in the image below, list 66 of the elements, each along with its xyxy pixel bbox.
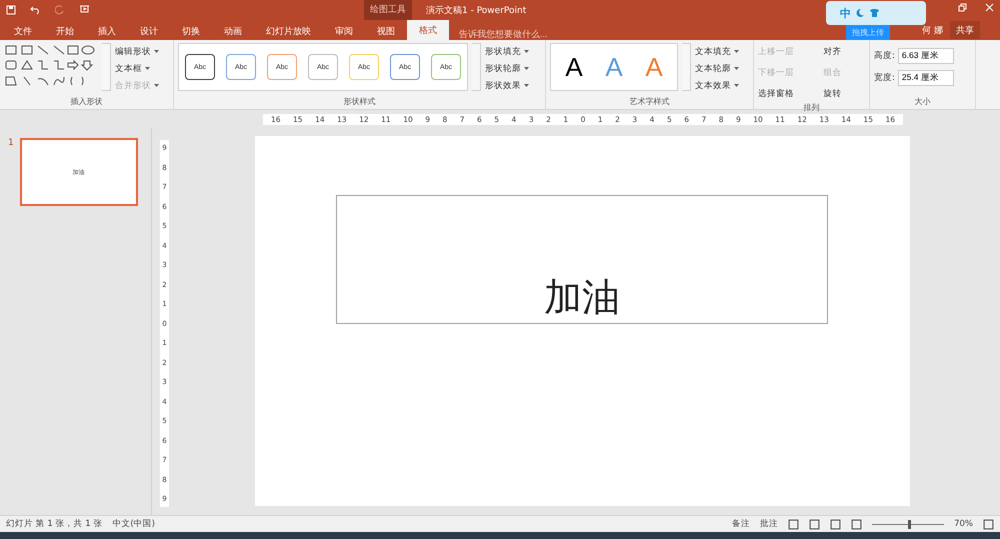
ribbon-tab[interactable]: 动画 [212,22,254,40]
caret-icon [154,50,159,53]
wordart-style[interactable]: A [557,52,591,82]
slide-count: 幻灯片 第 1 张，共 1 张 [6,518,102,530]
ribbon-tab[interactable]: 幻灯片放映 [254,22,323,40]
ribbon-command[interactable]: 编辑形状 [115,43,159,60]
size-field[interactable]: 6.63 厘米 [898,48,954,64]
ribbon-tab[interactable]: 视图 [365,22,407,40]
group-label: 形状样式 [342,96,376,108]
size-label: 宽度: 25.4 厘米 [874,69,954,86]
ribbon-tab[interactable]: 切换 [170,22,212,40]
ribbon-command[interactable]: 形状轮廓 [485,60,529,77]
language-label: 中文(中国) [112,518,155,530]
slide-number: 1 [8,138,14,150]
text-box[interactable]: 加油 [336,195,828,324]
ribbon-tab[interactable]: 文件 [2,22,44,40]
caret-icon [734,50,739,53]
moon-icon [855,8,865,18]
group-label: 艺术字样式 [628,96,670,108]
ribbon-tab[interactable]: 开始 [44,22,86,40]
restore-icon[interactable] [958,3,967,12]
normal-view-icon [788,518,800,530]
ribbon-tab[interactable]: 格式 [407,20,449,40]
ribbon-tab[interactable]: 审阅 [323,22,365,40]
ribbon-command[interactable]: 文本轮廓 [695,60,739,77]
share-button[interactable]: 共享 [950,21,980,39]
ribbon-command[interactable]: 旋转 [824,85,865,102]
ribbon-command[interactable]: 文本效果 [695,77,739,94]
slideshow-icon[interactable] [79,5,90,15]
context-tab-label: 绘图工具 [364,0,412,20]
shirt-icon [869,8,880,18]
group-label: 大小 [914,96,932,108]
close-icon[interactable] [985,3,994,12]
group-label: 插入形状 [70,96,104,108]
undo-icon[interactable] [30,5,41,15]
caret-icon [734,67,739,70]
size-field[interactable]: 25.4 厘米 [898,70,954,86]
caret-icon [154,84,159,87]
ribbon-command[interactable]: 文本框 [115,60,159,77]
ribbon-command[interactable]: 形状效果 [485,77,529,94]
ribbon-command[interactable]: 文本填充 [695,43,739,60]
notes-button[interactable]: 备注 [732,518,750,530]
ribbon-command[interactable]: 对齐 [824,43,865,60]
window-title: 演示文稿1 - PowerPoint [426,4,526,16]
caret-icon [524,50,529,53]
save-icon[interactable] [6,5,16,15]
user-name: 何 娜 [922,25,943,37]
zoom-thumb[interactable] [908,520,912,528]
tell-me-field[interactable]: 告诉我您想要做什么... [457,28,597,40]
caret-icon [524,67,529,70]
gallery-scrollbar[interactable] [102,43,111,91]
zoom-level: 70% [954,519,973,529]
gallery-scrollbar[interactable] [682,43,691,91]
ribbon-command[interactable]: 形状填充 [485,43,529,60]
ribbon-tab[interactable]: 设计 [128,22,170,40]
gallery-scrollbar[interactable] [472,43,481,91]
ribbon-command[interactable]: 选择窗格 [758,85,818,102]
caret-icon [524,84,529,87]
caret-icon [734,84,739,87]
size-label: 高度: 6.63 厘米 [874,47,954,64]
comments-button[interactable]: 批注 [760,518,778,530]
caret-icon [145,67,150,70]
ime-mode: 中 [840,6,851,20]
group-label: 排列 [802,102,820,113]
ribbon-tab[interactable]: 插入 [86,22,128,40]
slide-text: 加油 [544,275,620,322]
